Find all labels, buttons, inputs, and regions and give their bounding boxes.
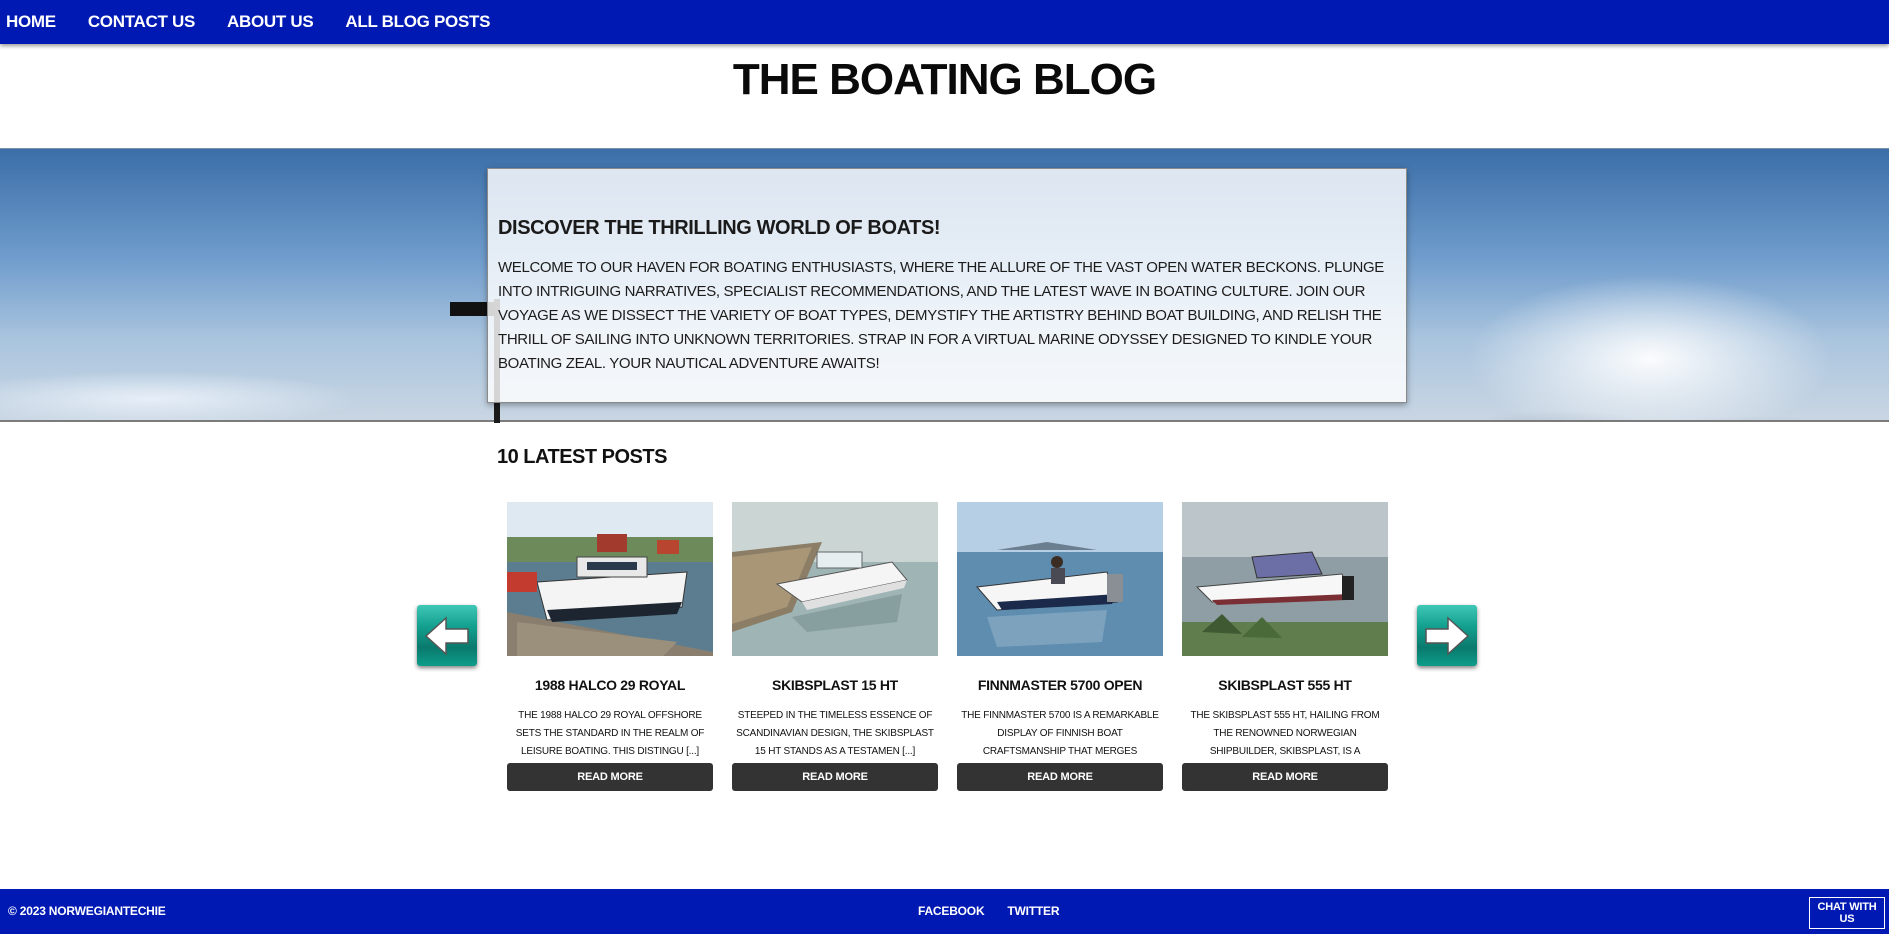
latest-posts-heading: 10 Latest Posts: [497, 446, 667, 468]
post-thumbnail[interactable]: [1182, 502, 1388, 656]
read-more-button[interactable]: Read More: [1182, 763, 1388, 791]
post-thumbnail[interactable]: [957, 502, 1163, 656]
post-excerpt: The 1988 Halco 29 Royal Offshore sets th…: [515, 710, 705, 757]
post-excerpt: The Finnmaster 5700 is a remarkable disp…: [961, 710, 1159, 757]
boat-image: [1182, 502, 1388, 656]
nav-contact-link[interactable]: Contact Us: [88, 12, 195, 32]
read-more-button[interactable]: Read More: [957, 763, 1163, 791]
nav-home-link[interactable]: Home: [6, 12, 56, 32]
boat-image: [957, 502, 1163, 656]
post-title[interactable]: Finnmaster 5700 Open: [957, 677, 1163, 693]
facebook-link[interactable]: Facebook: [918, 904, 985, 918]
hero-banner: Discover the thrilling world of boats! W…: [0, 148, 1889, 423]
read-more-button[interactable]: Read More: [732, 763, 938, 791]
post-excerpt: Steeped in the timeless essence of Scand…: [736, 710, 934, 757]
hero-text: Welcome to our haven for boating enthusi…: [498, 259, 1384, 372]
top-navigation: Home Contact Us About Us All Blog Posts: [0, 0, 1889, 44]
arrow-left-icon: [424, 615, 469, 656]
post-card: Skibsplast 555 HT The Skibsplast 555 HT,…: [1182, 502, 1388, 791]
site-footer: © 2023 NorwegianTechie Facebook Twitter …: [0, 889, 1889, 934]
nav-about-link[interactable]: About Us: [227, 12, 314, 32]
chat-button[interactable]: Chat with us: [1809, 897, 1885, 929]
arrow-right-icon: [1425, 615, 1470, 656]
carousel-next-button[interactable]: [1417, 605, 1477, 666]
hero-intro-panel: Discover the thrilling world of boats! W…: [487, 168, 1407, 403]
post-thumbnail[interactable]: [507, 502, 713, 656]
post-card: 1988 Halco 29 Royal The 1988 Halco 29 Ro…: [507, 502, 713, 791]
post-excerpt: The Skibsplast 555 HT, hailing from the …: [1190, 710, 1380, 757]
hero-heading: Discover the thrilling world of boats!: [498, 217, 941, 239]
post-title[interactable]: 1988 Halco 29 Royal: [507, 677, 713, 693]
post-card: Finnmaster 5700 Open The Finnmaster 5700…: [957, 502, 1163, 791]
twitter-link[interactable]: Twitter: [1007, 904, 1059, 918]
post-thumbnail[interactable]: [732, 502, 938, 656]
copyright-text: © 2023 NorwegianTechie: [8, 904, 166, 918]
post-title[interactable]: Skibsplast 15 HT: [732, 677, 938, 693]
boat-image: [732, 502, 938, 656]
footer-social-links: Facebook Twitter: [918, 904, 1082, 918]
boat-image: [507, 502, 713, 656]
site-title: The Boating Blog: [732, 55, 1157, 104]
post-title[interactable]: Skibsplast 555 HT: [1182, 677, 1388, 693]
nav-all-posts-link[interactable]: All Blog Posts: [345, 12, 490, 32]
post-card: Skibsplast 15 HT Steeped in the timeless…: [732, 502, 938, 791]
carousel-prev-button[interactable]: [417, 605, 477, 666]
read-more-button[interactable]: Read More: [507, 763, 713, 791]
